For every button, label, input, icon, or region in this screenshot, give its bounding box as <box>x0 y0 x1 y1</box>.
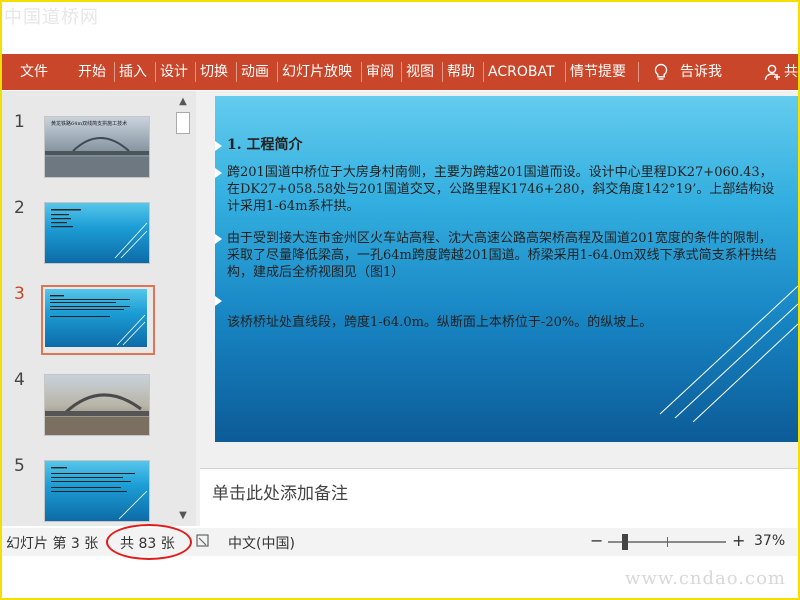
lightbulb-icon[interactable] <box>652 63 670 81</box>
current-slide-canvas[interactable]: 1. 工程简介 跨201国道中桥位于大房身村南侧，主要为跨越201国道而设。设计… <box>215 96 798 442</box>
bridge-construction-photo <box>45 393 149 435</box>
tab-separator <box>361 62 362 82</box>
share-person-icon[interactable] <box>764 63 782 81</box>
thumbnail-scrollbar[interactable]: ▲ ▼ <box>174 94 192 524</box>
tab-view[interactable]: 视图 <box>406 54 434 90</box>
red-highlight-oval <box>106 524 192 560</box>
tab-file[interactable]: 文件 <box>20 54 48 90</box>
tab-separator <box>277 62 278 82</box>
notes-pane[interactable]: 单击此处添加备注 <box>200 468 798 527</box>
zoom-slider-thumb[interactable] <box>622 534 628 550</box>
thumbnail-number: 4 <box>14 370 25 390</box>
slide-paragraph[interactable]: 该桥桥址处直线段，跨度1-64.0m。纵断面上本桥位于-20%。的纵坡上。 <box>227 314 779 331</box>
scrollbar-thumb[interactable] <box>176 112 190 134</box>
tell-me-search[interactable]: 告诉我 <box>680 54 722 90</box>
zoom-out-button[interactable]: − <box>590 531 603 550</box>
tab-separator <box>442 62 443 82</box>
tab-slideshow[interactable]: 幻灯片放映 <box>282 54 352 90</box>
tab-help[interactable]: 帮助 <box>447 54 475 90</box>
slide-position-label: 幻灯片 第 3 张 <box>6 536 99 552</box>
bullet-arrow-icon <box>215 234 222 244</box>
tab-separator <box>483 62 484 82</box>
slide-thumbnail-3-selected[interactable] <box>41 285 155 355</box>
tab-animations[interactable]: 动画 <box>241 54 269 90</box>
watermark-url-text: www.cndao.com <box>625 568 786 589</box>
thumbnail-slide-image <box>45 289 147 347</box>
bridge-photo-image <box>45 137 149 177</box>
thumbnail-text-lines <box>51 467 148 520</box>
spelling-check-icon[interactable] <box>196 534 210 548</box>
tab-acrobat[interactable]: ACROBAT <box>488 54 555 90</box>
zoom-in-button[interactable]: + <box>732 531 745 550</box>
tab-separator <box>236 62 237 82</box>
tab-separator <box>155 62 156 82</box>
tab-insert[interactable]: 插入 <box>119 54 147 90</box>
slide-thumbnail-2[interactable] <box>44 202 150 264</box>
share-button[interactable]: 共 <box>784 54 798 90</box>
thumbnail-number: 2 <box>14 198 25 218</box>
tab-separator <box>401 62 402 82</box>
slide-thumbnail-1[interactable]: 黄龙铁路64m双线简支拱施工技术 <box>44 116 150 178</box>
slide-thumbnail-4[interactable] <box>44 374 150 436</box>
thumbnail-number: 5 <box>14 456 25 476</box>
tab-separator <box>195 62 196 82</box>
thumbnail-number: 3 <box>14 284 25 304</box>
tab-storyboarding[interactable]: 情节提要 <box>570 54 626 90</box>
slide-heading[interactable]: 1. 工程简介 <box>227 137 303 154</box>
tab-design[interactable]: 设计 <box>160 54 188 90</box>
zoom-percentage[interactable]: 37% <box>754 533 785 549</box>
tab-transitions[interactable]: 切换 <box>200 54 228 90</box>
thumbnail-number: 1 <box>14 112 25 132</box>
tab-separator <box>565 62 566 82</box>
thumbnail-text-lines <box>50 295 146 346</box>
ribbon-tab-bar: 文件 开始 插入 设计 切换 动画 幻灯片放映 审阅 视图 帮助 ACROBAT… <box>2 54 798 90</box>
bullet-arrow-icon <box>215 141 222 151</box>
slide-paragraph[interactable]: 跨201国道中桥位于大房身村南侧，主要为跨越201国道而设。设计中心里程DK27… <box>227 164 779 215</box>
tab-review[interactable]: 审阅 <box>366 54 394 90</box>
tab-separator <box>638 62 639 82</box>
scroll-up-arrow-icon[interactable]: ▲ <box>174 94 192 110</box>
bullet-arrow-icon <box>215 168 222 178</box>
zoom-slider-center-tick <box>667 537 668 547</box>
tab-home[interactable]: 开始 <box>78 54 106 90</box>
tab-separator <box>114 62 115 82</box>
thumbnail-text-lines <box>51 209 148 259</box>
bullet-arrow-icon <box>215 296 222 306</box>
watermark-logo-text: 中国道桥网 <box>4 7 99 28</box>
slide-paragraph[interactable]: 由于受到接大连市金州区火车站高程、沈大高速公路高架桥高程及国道201宽度的条件的… <box>227 230 783 281</box>
scroll-down-arrow-icon[interactable]: ▼ <box>174 508 192 524</box>
slide-thumbnail-5[interactable] <box>44 460 150 522</box>
notes-placeholder[interactable]: 单击此处添加备注 <box>212 479 348 504</box>
language-label[interactable]: 中文(中国) <box>228 533 295 553</box>
